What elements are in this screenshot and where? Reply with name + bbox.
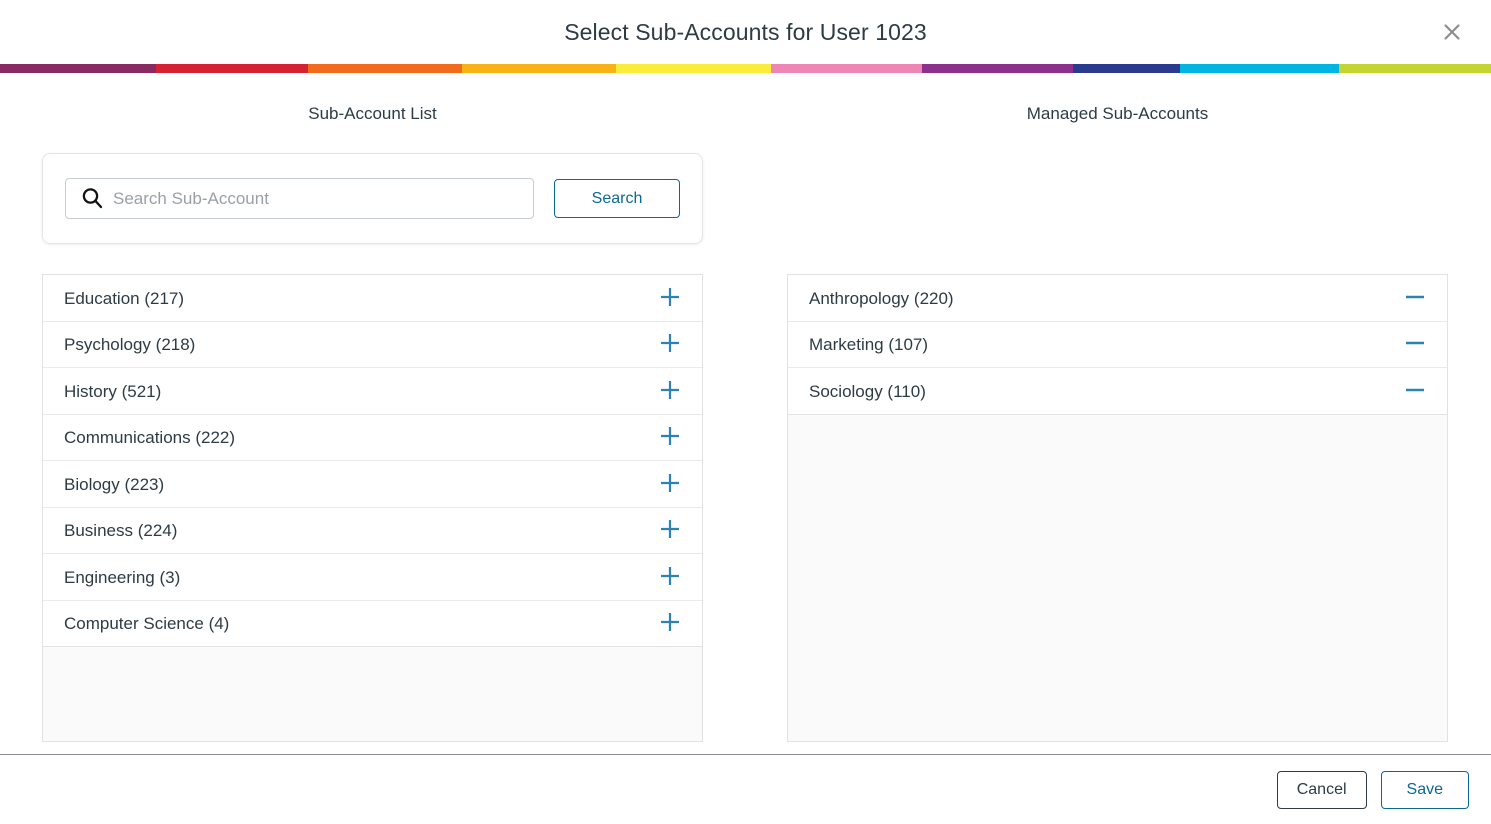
plus-icon bbox=[658, 610, 682, 637]
list-item-label: Business (224) bbox=[64, 521, 178, 541]
minus-icon bbox=[1403, 285, 1427, 312]
add-sub-account-button[interactable] bbox=[657, 425, 683, 451]
page-title: Select Sub-Accounts for User 1023 bbox=[564, 18, 927, 45]
stripe-segment bbox=[461, 64, 617, 73]
managed-sub-accounts-heading: Managed Sub-Accounts bbox=[1026, 104, 1209, 123]
search-icon bbox=[80, 186, 105, 211]
list-item[interactable]: Sociology (110) bbox=[788, 368, 1447, 415]
plus-icon bbox=[658, 285, 682, 312]
modal-body: Sub-Account List Search Education (217) P… bbox=[0, 73, 1491, 754]
plus-icon bbox=[658, 331, 682, 358]
list-item-label: Communications (222) bbox=[64, 428, 236, 448]
stripe-segment bbox=[307, 64, 462, 73]
remove-sub-account-button[interactable] bbox=[1402, 378, 1428, 404]
search-input[interactable] bbox=[113, 179, 533, 219]
list-item-label: Education (217) bbox=[64, 288, 185, 308]
list-item[interactable]: Psychology (218) bbox=[43, 321, 702, 369]
plus-icon bbox=[658, 378, 682, 405]
list-item-label: History (521) bbox=[64, 381, 162, 401]
list-item-label: Sociology (110) bbox=[809, 381, 926, 401]
stripe-segment bbox=[156, 64, 308, 73]
list-item-label: Computer Science (4) bbox=[64, 614, 230, 634]
search-card: Search bbox=[42, 153, 703, 245]
add-sub-account-button[interactable] bbox=[657, 471, 683, 497]
stripe-segment bbox=[0, 64, 157, 73]
list-item[interactable]: Biology (223) bbox=[43, 461, 702, 508]
list-item[interactable]: History (521) bbox=[43, 368, 702, 415]
list-item-label: Engineering (3) bbox=[64, 567, 181, 587]
sub-account-list-heading: Sub-Account List bbox=[308, 104, 437, 123]
managed-sub-accounts-panel: Managed Sub-Accounts Anthropology (220) M… bbox=[745, 73, 1490, 754]
list-item-label: Anthropology (220) bbox=[809, 288, 954, 308]
stripe-segment bbox=[616, 64, 771, 73]
list-item-label: Marketing (107) bbox=[809, 335, 929, 355]
list-item[interactable]: Education (217) bbox=[43, 275, 702, 322]
list-item[interactable]: Computer Science (4) bbox=[43, 600, 702, 648]
add-sub-account-button[interactable] bbox=[657, 611, 683, 637]
plus-icon bbox=[658, 424, 682, 451]
add-sub-account-button[interactable] bbox=[657, 518, 683, 544]
plus-icon bbox=[658, 471, 682, 498]
save-button[interactable]: Save bbox=[1380, 770, 1469, 809]
plus-icon bbox=[658, 517, 682, 544]
stripe-segment bbox=[770, 64, 922, 73]
modal-header: Select Sub-Accounts for User 1023 bbox=[0, 0, 1491, 64]
remove-sub-account-button[interactable] bbox=[1402, 285, 1428, 311]
managed-sub-accounts-list-box: Anthropology (220) Marketing (107) Sociolo… bbox=[787, 274, 1448, 743]
list-item[interactable]: Communications (222) bbox=[43, 414, 702, 462]
search-button[interactable]: Search bbox=[554, 179, 680, 219]
add-sub-account-button[interactable] bbox=[657, 378, 683, 404]
modal-footer: Cancel Save bbox=[0, 754, 1491, 824]
list-item[interactable]: Marketing (107) bbox=[788, 321, 1447, 369]
stripe-segment bbox=[1180, 64, 1339, 73]
add-sub-account-button[interactable] bbox=[657, 285, 683, 311]
list-item[interactable]: Business (224) bbox=[43, 507, 702, 555]
close-icon bbox=[1442, 22, 1462, 42]
list-item[interactable]: Anthropology (220) bbox=[788, 275, 1447, 322]
stripe-segment bbox=[1072, 64, 1181, 73]
close-button[interactable] bbox=[1431, 11, 1473, 53]
stripe-segment bbox=[921, 64, 1073, 73]
minus-icon bbox=[1403, 331, 1427, 358]
add-sub-account-button[interactable] bbox=[657, 332, 683, 358]
sub-account-list-panel: Sub-Account List Search Education (217) P… bbox=[0, 73, 745, 754]
list-item-label: Psychology (218) bbox=[64, 335, 196, 355]
minus-icon bbox=[1403, 378, 1427, 405]
add-sub-account-button[interactable] bbox=[657, 564, 683, 590]
accent-stripe bbox=[0, 64, 1491, 73]
sub-account-list-box: Education (217) Psychology (218) History (… bbox=[42, 274, 703, 743]
plus-icon bbox=[658, 564, 682, 591]
stripe-segment bbox=[1338, 64, 1491, 73]
list-item-label: Biology (223) bbox=[64, 474, 165, 494]
list-item[interactable]: Engineering (3) bbox=[43, 554, 702, 601]
remove-sub-account-button[interactable] bbox=[1402, 332, 1428, 358]
cancel-button[interactable]: Cancel bbox=[1276, 770, 1367, 809]
search-field[interactable] bbox=[65, 178, 534, 220]
